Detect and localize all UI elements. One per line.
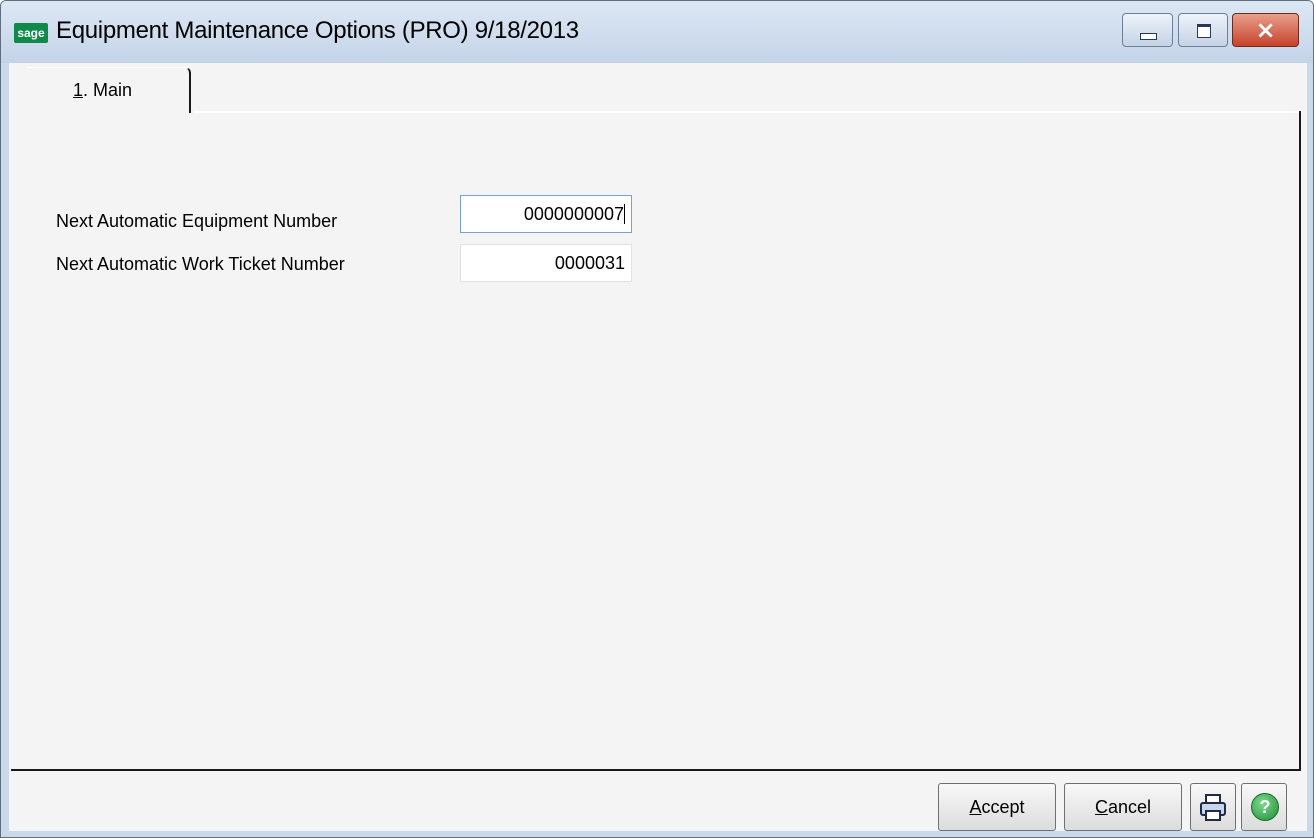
tab-main[interactable]: 1. Main (27, 67, 191, 113)
client-area: 1. Main Next Automatic Equipment Number … (9, 63, 1307, 831)
close-button[interactable]: × (1232, 13, 1299, 47)
main-panel: Next Automatic Equipment Number 00000000… (11, 111, 1301, 771)
accept-button[interactable]: Accept (938, 783, 1056, 831)
window-title: Equipment Maintenance Options (PRO) 9/18… (56, 17, 579, 44)
tab-main-label: 1. Main (73, 80, 133, 100)
printer-icon (1200, 794, 1226, 821)
minimize-button[interactable] (1122, 13, 1173, 47)
equipment-number-label: Next Automatic Equipment Number (56, 211, 338, 231)
cancel-button[interactable]: Cancel (1064, 783, 1182, 831)
minimize-icon (1140, 33, 1157, 40)
text-cursor (624, 204, 625, 224)
work-ticket-number-label: Next Automatic Work Ticket Number (56, 254, 345, 274)
cancel-button-label: Cancel (1094, 797, 1152, 817)
accept-button-label: Accept (969, 797, 1025, 817)
equipment-number-input[interactable]: 0000000007 (460, 195, 632, 233)
sage-logo-icon: sage (14, 23, 48, 43)
close-icon: × (1255, 16, 1276, 44)
work-ticket-number-input[interactable]: 0000031 (460, 244, 632, 282)
options-window: sage Equipment Maintenance Options (PRO)… (0, 0, 1314, 838)
help-button[interactable]: ? (1241, 783, 1287, 831)
title-bar[interactable]: sage Equipment Maintenance Options (PRO)… (1, 1, 1313, 63)
maximize-button[interactable] (1178, 13, 1228, 47)
maximize-icon (1197, 24, 1211, 38)
print-button[interactable] (1190, 783, 1236, 831)
help-icon: ? (1251, 793, 1279, 821)
